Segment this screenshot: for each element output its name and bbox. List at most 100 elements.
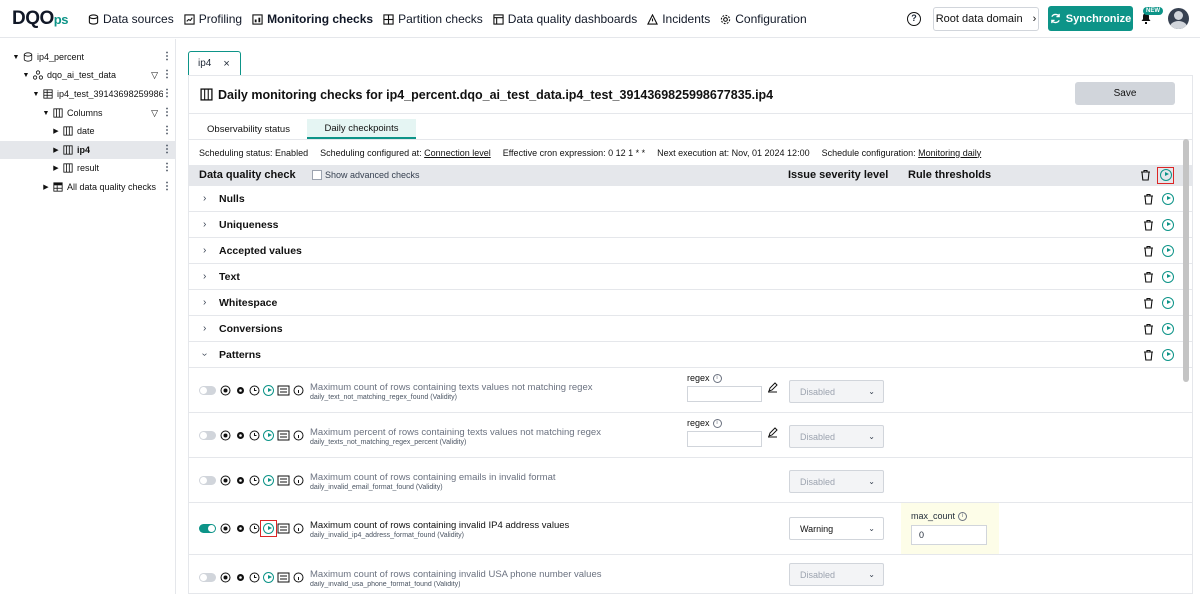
max-count-input[interactable]: 0	[911, 525, 987, 545]
tab-daily-checkpoints[interactable]: Daily checkpoints	[307, 119, 416, 139]
disable-circle-icon[interactable]	[220, 385, 231, 396]
run-check-icon[interactable]	[263, 385, 274, 396]
category-nulls[interactable]: › Nulls	[189, 186, 1192, 212]
tree-node-table[interactable]: ▼ ip4_test_3914369825998677 ⋮	[0, 85, 176, 103]
avatar[interactable]	[1168, 8, 1189, 29]
clock-icon[interactable]	[249, 475, 260, 486]
nav-incidents[interactable]: Incidents	[647, 12, 710, 26]
tab-ip4[interactable]: ip4 ×	[188, 51, 241, 75]
gear-icon[interactable]	[235, 430, 246, 441]
gear-icon[interactable]	[235, 523, 246, 534]
trash-icon[interactable]	[1143, 323, 1154, 335]
run-checks-icon[interactable]	[1162, 219, 1174, 231]
trash-icon[interactable]	[1143, 193, 1154, 205]
nav-dashboards[interactable]: Data quality dashboards	[493, 12, 637, 26]
tree-node-connection[interactable]: ▼ ip4_percent ⋮	[0, 48, 176, 66]
tree-node-columns[interactable]: ▼ Columns ▽ ⋮	[0, 104, 176, 122]
disable-circle-icon[interactable]	[220, 572, 231, 583]
severity-select[interactable]: Disabled ⌄	[789, 380, 884, 403]
run-checks-icon[interactable]	[1162, 349, 1174, 361]
caret-down-icon[interactable]: ▼	[42, 110, 50, 117]
scrollbar[interactable]	[1183, 139, 1189, 382]
more-options-icon[interactable]: ⋮	[162, 163, 172, 173]
edit-icon[interactable]	[767, 382, 778, 393]
gear-icon[interactable]	[235, 475, 246, 486]
tree-node-column-ip4[interactable]: ▶ ip4 ⋮	[0, 141, 176, 159]
regex-input[interactable]	[687, 386, 762, 402]
clock-icon[interactable]	[249, 572, 260, 583]
nav-monitoring-checks[interactable]: Monitoring checks	[252, 12, 373, 26]
results-icon[interactable]	[277, 572, 290, 583]
run-check-icon[interactable]	[263, 475, 274, 486]
run-checks-icon[interactable]	[1162, 245, 1174, 257]
root-data-domain-button[interactable]: Root data domain ›	[933, 7, 1039, 31]
more-options-icon[interactable]: ⋮	[162, 108, 172, 118]
caret-down-icon[interactable]: ▼	[32, 91, 40, 98]
trash-icon[interactable]	[1140, 169, 1151, 181]
clock-icon[interactable]	[249, 385, 260, 396]
category-whitespace[interactable]: › Whitespace	[189, 290, 1192, 316]
run-check-icon[interactable]	[263, 430, 274, 441]
disable-circle-icon[interactable]	[220, 475, 231, 486]
category-accepted-values[interactable]: › Accepted values	[189, 238, 1192, 264]
enable-toggle[interactable]	[199, 386, 216, 395]
results-icon[interactable]	[277, 475, 290, 486]
nav-configuration[interactable]: Configuration	[720, 12, 807, 26]
info-icon[interactable]	[293, 385, 304, 396]
nav-data-sources[interactable]: Data sources	[88, 12, 174, 26]
trash-icon[interactable]	[1143, 271, 1154, 283]
clock-icon[interactable]	[249, 523, 260, 534]
disable-circle-icon[interactable]	[220, 430, 231, 441]
more-options-icon[interactable]: ⋮	[162, 52, 172, 62]
gear-icon[interactable]	[235, 572, 246, 583]
info-icon[interactable]	[293, 572, 304, 583]
run-check-icon[interactable]	[263, 572, 274, 583]
checkbox[interactable]	[312, 170, 322, 180]
results-icon[interactable]	[277, 523, 290, 534]
caret-right-icon[interactable]: ▶	[52, 146, 60, 154]
caret-right-icon[interactable]: ▶	[52, 164, 60, 172]
severity-select[interactable]: Warning ⌄	[789, 517, 884, 540]
caret-down-icon[interactable]: ▼	[22, 72, 30, 79]
enable-toggle[interactable]	[199, 476, 216, 485]
category-text[interactable]: › Text	[189, 264, 1192, 290]
severity-select[interactable]: Disabled ⌄	[789, 563, 884, 586]
more-options-icon[interactable]: ⋮	[162, 70, 172, 80]
trash-icon[interactable]	[1143, 349, 1154, 361]
info-icon[interactable]	[293, 475, 304, 486]
run-checks-icon[interactable]	[1162, 297, 1174, 309]
close-icon[interactable]: ×	[223, 58, 229, 70]
more-options-icon[interactable]: ⋮	[162, 89, 172, 99]
nav-partition-checks[interactable]: Partition checks	[383, 12, 483, 26]
tree-node-schema[interactable]: ▼ dqo_ai_test_data ▽ ⋮	[0, 66, 176, 84]
more-options-icon[interactable]: ⋮	[162, 145, 172, 155]
trash-icon[interactable]	[1143, 297, 1154, 309]
more-options-icon[interactable]: ⋮	[162, 182, 172, 192]
show-advanced-checks[interactable]: Show advanced checks	[312, 170, 420, 180]
tree-node-all-checks[interactable]: ▶ All data quality checks ⋮	[0, 178, 176, 196]
tree-node-column-date[interactable]: ▶ date ⋮	[0, 122, 176, 140]
edit-icon[interactable]	[767, 427, 778, 438]
filter-icon[interactable]: ▽	[151, 70, 158, 81]
disable-circle-icon[interactable]	[220, 523, 231, 534]
nav-profiling[interactable]: Profiling	[184, 12, 242, 26]
regex-input[interactable]	[687, 431, 762, 447]
run-checks-icon[interactable]	[1162, 193, 1174, 205]
trash-icon[interactable]	[1143, 245, 1154, 257]
caret-right-icon[interactable]: ▶	[42, 183, 50, 191]
trash-icon[interactable]	[1143, 219, 1154, 231]
severity-select[interactable]: Disabled ⌄	[789, 425, 884, 448]
tree-node-column-result[interactable]: ▶ result ⋮	[0, 159, 176, 177]
filter-icon[interactable]: ▽	[151, 108, 158, 119]
gear-icon[interactable]	[235, 385, 246, 396]
results-icon[interactable]	[277, 385, 290, 396]
enable-toggle[interactable]	[199, 524, 216, 533]
logo[interactable]: DQOps	[12, 8, 68, 30]
save-button[interactable]: Save	[1075, 82, 1175, 105]
clock-icon[interactable]	[249, 430, 260, 441]
monitoring-daily-link[interactable]: Monitoring daily	[918, 148, 981, 158]
enable-toggle[interactable]	[199, 431, 216, 440]
more-options-icon[interactable]: ⋮	[162, 126, 172, 136]
results-icon[interactable]	[277, 430, 290, 441]
run-checks-icon[interactable]	[1162, 271, 1174, 283]
